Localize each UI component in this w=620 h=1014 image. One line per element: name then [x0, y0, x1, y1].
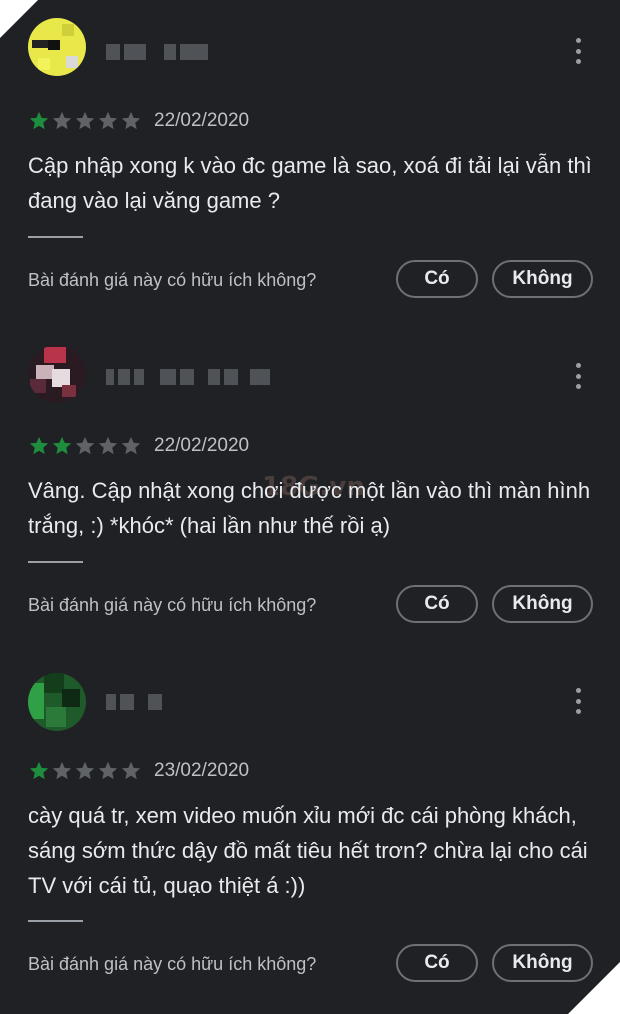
helpful-question: Bài đánh giá này có hữu ích không?	[28, 270, 317, 290]
star-empty-icon	[52, 111, 72, 130]
helpful-no-button[interactable]: Không	[492, 260, 593, 298]
star-empty-icon	[121, 111, 141, 130]
star-empty-icon	[98, 111, 118, 130]
star-filled-icon	[52, 436, 72, 455]
star-rating	[28, 110, 142, 132]
reviewer-name-blurred	[106, 367, 270, 387]
star-filled-icon	[29, 111, 49, 130]
star-empty-icon	[98, 761, 118, 780]
star-rating	[28, 435, 142, 457]
avatar[interactable]	[28, 345, 86, 403]
review-date: 22/02/2020	[154, 435, 250, 456]
helpful-no-button[interactable]: Không	[492, 944, 593, 982]
avatar[interactable]	[28, 18, 86, 76]
helpful-yes-button[interactable]: Có	[396, 260, 478, 298]
helpful-question: Bài đánh giá này có hữu ích không?	[28, 595, 317, 615]
more-options-icon[interactable]	[569, 363, 587, 389]
helpful-yes-button[interactable]: Có	[396, 944, 478, 982]
star-empty-icon	[75, 111, 95, 130]
star-filled-icon	[29, 436, 49, 455]
reviewer-name-blurred	[106, 692, 162, 712]
review-date: 23/02/2020	[154, 760, 250, 781]
star-empty-icon	[75, 436, 95, 455]
star-rating	[28, 760, 142, 782]
more-options-icon[interactable]	[569, 38, 587, 64]
review-date: 22/02/2020	[154, 110, 250, 131]
helpful-yes-button[interactable]: Có	[396, 585, 478, 623]
star-filled-icon	[29, 761, 49, 780]
star-empty-icon	[52, 761, 72, 780]
divider	[28, 561, 83, 563]
star-empty-icon	[75, 761, 95, 780]
helpful-no-button[interactable]: Không	[492, 585, 593, 623]
star-empty-icon	[121, 436, 141, 455]
star-empty-icon	[98, 436, 118, 455]
divider	[28, 920, 83, 922]
review-text: Cập nhập xong k vào đc game là sao, xoá …	[28, 153, 592, 213]
more-options-icon[interactable]	[569, 688, 587, 714]
reviewer-name-blurred	[106, 42, 208, 62]
divider	[28, 236, 83, 238]
review-text: Vâng. Cập nhật xong chơi được một lần và…	[28, 478, 591, 538]
avatar[interactable]	[28, 673, 86, 731]
star-empty-icon	[121, 761, 141, 780]
review-text: cày quá tr, xem video muốn xỉu mới đc cá…	[28, 803, 588, 898]
helpful-question: Bài đánh giá này có hữu ích không?	[28, 954, 317, 974]
